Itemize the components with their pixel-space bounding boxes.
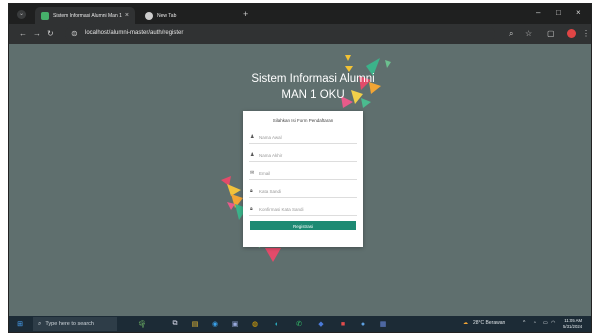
tab-label: New Tab — [157, 12, 177, 19]
file-explorer-icon[interactable]: ▤ — [189, 318, 201, 330]
register-button[interactable]: Registrasi — [250, 221, 356, 230]
last-name-input[interactable] — [259, 151, 355, 160]
user-icon: ♟ — [250, 152, 255, 158]
first-name-field: ♟ — [249, 133, 357, 144]
wifi-icon[interactable]: ◠ — [551, 320, 555, 326]
screen: ⌄ Sistem Informasi Alumni Man 1 × New Ta… — [8, 3, 592, 333]
password-input[interactable] — [259, 187, 355, 196]
taskbar-search[interactable]: ⌕ Type here to search — [33, 317, 117, 331]
first-name-input[interactable] — [259, 133, 355, 142]
zoom-icon[interactable]: ⌕ — [509, 29, 513, 39]
app-icon[interactable]: ◐ — [271, 318, 283, 330]
password-field: 🔒︎ — [249, 187, 357, 198]
page-content: Sistem Informasi Alumni MAN 1 OKU Silahk… — [9, 44, 591, 316]
app-icon[interactable]: ■ — [337, 318, 349, 330]
tab-close-icon[interactable]: × — [125, 12, 129, 19]
tab-label: Sistem Informasi Alumni Man 1 — [53, 12, 122, 19]
close-window-button[interactable]: × — [576, 8, 581, 17]
app-icon[interactable]: ◆ — [315, 318, 327, 330]
form-heading: Silahkan Isi Form Pendaftaran — [272, 118, 334, 123]
user-icon: ♟ — [250, 134, 255, 140]
new-tab-button[interactable]: + — [243, 9, 248, 19]
registration-form: Silahkan Isi Form Pendaftaran ♟ ♟ ✉ 🔒︎ 🔒… — [243, 111, 363, 247]
title-line-1: Sistem Informasi Alumni — [251, 73, 375, 85]
weather-icon: ☁︎ — [463, 320, 468, 326]
profile-icon[interactable] — [567, 29, 576, 38]
reload-icon[interactable]: ↻ — [47, 29, 54, 38]
search-icon: ⌕ — [38, 321, 42, 327]
network-icon[interactable]: ▭ — [543, 320, 548, 326]
last-name-field: ♟ — [249, 151, 357, 162]
maximize-button[interactable]: □ — [556, 8, 561, 17]
edge-icon[interactable]: ◉ — [209, 318, 221, 330]
whatsapp-icon[interactable]: ✆ — [293, 318, 305, 330]
minimize-button[interactable]: – — [536, 8, 540, 17]
app-icon[interactable]: ● — [357, 318, 369, 330]
tab-alumni[interactable]: Sistem Informasi Alumni Man 1 × — [35, 7, 135, 24]
tab-search-icon[interactable]: ⌄ — [17, 10, 26, 19]
email-input[interactable] — [259, 169, 355, 178]
chrome-icon[interactable]: ◍ — [249, 318, 261, 330]
tray-icon[interactable]: ◔ — [533, 320, 536, 326]
url-field[interactable]: ⊜ localhost/alumni-master/auth/register — [65, 27, 495, 41]
taskbar: ⊞ ⌕ Type here to search 🌴︎ ⧉ ▤ ◉ ▣ ◍ ◐ ✆ … — [9, 316, 591, 332]
menu-icon[interactable]: ⋮ — [582, 29, 590, 38]
extensions-icon[interactable]: ▢ — [547, 29, 555, 38]
confirm-password-field: 🔒︎ — [249, 205, 357, 216]
star-icon[interactable]: ☆ — [525, 29, 532, 38]
tab-bar: ⌄ Sistem Informasi Alumni Man 1 × New Ta… — [9, 4, 591, 24]
confirm-password-input[interactable] — [259, 205, 355, 214]
tab-favicon — [41, 11, 49, 20]
title-line-2: MAN 1 OKU — [281, 89, 345, 101]
email-field: ✉ — [249, 169, 357, 180]
clock-date: 5/31/2024 — [563, 323, 583, 329]
lock-icon: 🔒︎ — [250, 206, 253, 212]
lock-icon: 🔒︎ — [250, 188, 253, 194]
tab-new-tab[interactable]: New Tab — [139, 7, 239, 24]
site-info-icon[interactable]: ⊜ — [71, 29, 78, 38]
weather-text[interactable]: 28°C Berawan — [473, 320, 505, 326]
weather-widget-icon[interactable]: 🌴︎ — [127, 318, 157, 330]
back-icon[interactable]: ← — [19, 29, 27, 38]
url-text: localhost/alumni-master/auth/register — [85, 30, 184, 36]
clock-time: 11:05 AM — [564, 318, 583, 323]
task-view-icon[interactable]: ⧉ — [169, 318, 181, 330]
app-icon[interactable]: ▦ — [377, 318, 389, 330]
store-icon[interactable]: ▣ — [229, 318, 241, 330]
windows-start-icon[interactable]: ⊞ — [14, 318, 26, 330]
search-placeholder: Type here to search — [45, 321, 94, 327]
new-tab-favicon — [145, 11, 153, 20]
clock[interactable]: 11:05 AM 5/31/2024 — [563, 318, 582, 329]
address-bar: ← → ↻ ⊜ localhost/alumni-master/auth/reg… — [9, 24, 591, 44]
envelope-icon: ✉ — [250, 170, 255, 176]
forward-icon[interactable]: → — [33, 29, 41, 38]
tray-overflow-icon[interactable]: ^ — [523, 320, 525, 326]
page-title: Sistem Informasi Alumni MAN 1 OKU — [233, 71, 393, 103]
